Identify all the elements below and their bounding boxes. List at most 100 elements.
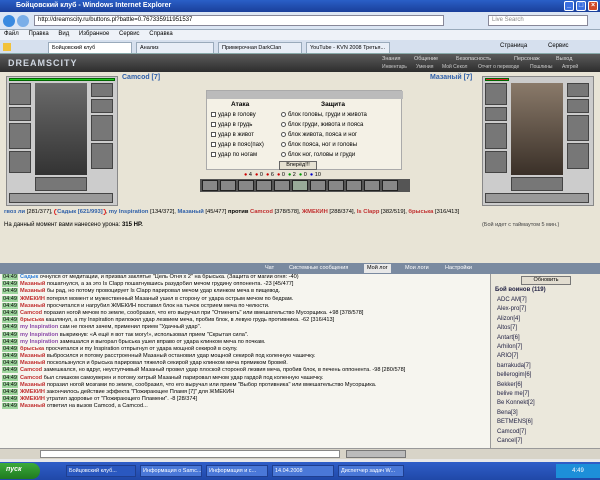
tab-settings[interactable]: Настройки <box>442 264 475 273</box>
menu-file[interactable]: Файл <box>4 31 19 37</box>
maximize-icon[interactable]: □ <box>576 1 586 11</box>
defense-radio[interactable] <box>281 151 286 157</box>
chat-user[interactable]: Мазаный <box>20 403 45 409</box>
chat-user[interactable]: Camcod <box>20 375 42 381</box>
chat-user[interactable]: ЖМЕКИН <box>20 296 45 302</box>
player-list-item[interactable]: Arhilon[7] <box>491 343 599 352</box>
attack-checkbox[interactable] <box>211 141 216 147</box>
skill-slot[interactable] <box>202 180 218 191</box>
tab-analysis[interactable]: Анализ <box>136 42 214 53</box>
nav-exit[interactable]: Выход <box>556 56 572 62</box>
player-list-item[interactable]: ADC AM[7] <box>491 296 599 305</box>
chat-user[interactable]: Camcod <box>20 310 42 316</box>
attack-option-chest[interactable]: удар в грудь <box>211 120 264 130</box>
skill-slot[interactable] <box>382 180 398 191</box>
player-list-item[interactable]: Alizon[4] <box>491 315 599 324</box>
player-list-item[interactable]: Camcod[7] <box>491 428 599 437</box>
chat-user[interactable]: Camcod <box>20 367 42 373</box>
attack-checkbox[interactable] <box>211 121 216 127</box>
player-list-item[interactable]: Altos[7] <box>491 324 599 333</box>
defense-radio[interactable] <box>281 131 286 137</box>
skill-slot[interactable] <box>274 180 290 191</box>
chat-user[interactable]: брыська <box>20 317 44 323</box>
menu-help[interactable]: Справка <box>149 31 173 37</box>
start-button[interactable]: пуск <box>0 463 40 479</box>
page-menu[interactable]: Страница <box>500 43 527 49</box>
belt-slots[interactable] <box>9 193 113 203</box>
slot-weapon[interactable] <box>9 123 31 149</box>
skill-slot[interactable] <box>346 180 362 191</box>
taskbar-item[interactable]: Информация и с... <box>206 465 268 477</box>
refresh-button[interactable]: Обновить <box>521 276 571 285</box>
player-list-item[interactable]: Alex-pro[7] <box>491 305 599 314</box>
forward-icon[interactable] <box>17 15 29 27</box>
subnav-transfer[interactable]: Отчет о переводе <box>478 64 519 70</box>
tab-fightclub[interactable]: Бойцовский клуб <box>48 42 132 53</box>
slot-boots[interactable] <box>35 177 87 191</box>
slot-ring[interactable] <box>91 99 113 113</box>
chat-user[interactable]: Мазаный <box>20 303 45 309</box>
skill-slot[interactable] <box>238 180 254 191</box>
subnav-inventory[interactable]: Инвентарь <box>382 64 407 70</box>
back-icon[interactable] <box>3 15 15 27</box>
slot-helmet[interactable] <box>9 83 31 105</box>
defense-radio[interactable] <box>281 141 286 147</box>
tab-youtube[interactable]: YouTube - KVN 2008 Третья... <box>306 42 390 53</box>
taskbar-item[interactable]: Информация о Samc... <box>140 465 202 477</box>
slot-amulet[interactable] <box>9 107 31 121</box>
chat-user[interactable]: Мазаный <box>20 281 45 287</box>
tab-my-logs[interactable]: Мои логи <box>402 264 432 273</box>
slot-gloves[interactable] <box>91 115 113 141</box>
player-list-item[interactable]: Antart[6] <box>491 334 599 343</box>
defense-option-3[interactable]: блок живота, пояса и ног <box>281 130 367 140</box>
menu-view[interactable]: Вид <box>58 31 69 37</box>
tab-chat[interactable]: Чат <box>262 264 277 273</box>
tab-darkclan[interactable]: Примерочная DarkClan <box>218 42 302 53</box>
search-field[interactable]: Live Search <box>488 15 588 26</box>
chat-user[interactable]: брыська <box>20 346 44 352</box>
chat-user[interactable]: my Inspiration <box>20 324 58 330</box>
subnav-skills[interactable]: Умения <box>416 64 433 70</box>
team-member[interactable]: my Inspiration <box>109 209 149 215</box>
chat-user[interactable]: Мазаный <box>20 288 45 294</box>
attack-checkbox[interactable] <box>211 151 216 157</box>
menu-edit[interactable]: Правка <box>28 31 48 37</box>
attack-option-belly[interactable]: удар в живот <box>211 130 264 140</box>
minimize-icon[interactable]: _ <box>564 1 574 11</box>
skill-slot[interactable] <box>364 180 380 191</box>
chat-send-buttons[interactable] <box>346 450 406 458</box>
player-list-item[interactable]: belive me[7] <box>491 390 599 399</box>
favorites-star-icon[interactable] <box>3 43 11 51</box>
team-member-highlighted[interactable]: Садык [621/993] <box>54 209 106 215</box>
chat-user[interactable]: my Inspiration <box>20 339 58 345</box>
player-right-name[interactable]: Мазаный [7] <box>430 74 472 81</box>
attack-option-groin[interactable]: удар в пояс(пах) <box>211 140 264 150</box>
close-icon[interactable]: × <box>588 1 598 11</box>
skill-slot[interactable] <box>310 180 326 191</box>
chat-user[interactable]: ЖМЕКИН <box>20 389 45 395</box>
defense-option-2[interactable]: блок груди, живота и пояса <box>281 120 367 130</box>
menu-favorites[interactable]: Избранное <box>79 31 109 37</box>
enemy-member[interactable]: ЖМЕКИН <box>302 209 328 215</box>
tools-menu[interactable]: Сервис <box>548 43 569 49</box>
player-list-item[interactable]: bellerogim[6] <box>491 371 599 380</box>
skill-slot[interactable] <box>292 180 308 191</box>
player-list-item[interactable]: barrakuda[7] <box>491 362 599 371</box>
chat-user[interactable]: Мазаный <box>20 360 45 366</box>
go-button[interactable]: Вперёд!!! <box>279 161 317 170</box>
enemy-member[interactable]: Is Clapp <box>357 209 380 215</box>
player-list-item[interactable]: ARIO[7] <box>491 352 599 361</box>
tab-system-messages[interactable]: Системные сообщения <box>286 264 351 273</box>
slot-armor[interactable] <box>9 151 31 173</box>
enemy-member[interactable]: брыська <box>408 209 433 215</box>
nav-chat[interactable]: Общение <box>414 56 438 62</box>
nav-security[interactable]: Безопасность <box>456 56 491 62</box>
attack-checkbox[interactable] <box>211 131 216 137</box>
chat-user[interactable]: Садык <box>20 274 38 280</box>
defense-option-1[interactable]: блок головы, груди и живота <box>281 110 367 120</box>
player-list-item[interactable]: Bekker[6] <box>491 381 599 390</box>
nav-character[interactable]: Персонаж <box>514 56 540 62</box>
player-left-name[interactable]: Camcod [7] <box>122 74 160 81</box>
chat-input[interactable] <box>40 450 340 458</box>
subnav-fees[interactable]: Пошлины <box>530 64 552 70</box>
